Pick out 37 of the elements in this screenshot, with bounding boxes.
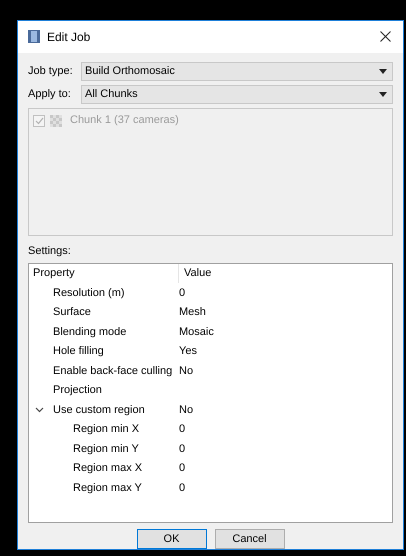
chunk-icon xyxy=(50,114,62,126)
property-name: Blending mode xyxy=(53,324,126,340)
property-value[interactable]: 0 xyxy=(179,440,186,457)
property-name: Region min X xyxy=(73,422,140,437)
dropdown[interactable]: All Chunks xyxy=(81,84,393,104)
property-name: Region max Y xyxy=(73,480,142,496)
property-value[interactable]: Mosaic xyxy=(179,324,214,340)
expand-chevron-icon[interactable] xyxy=(35,406,44,413)
property-value[interactable]: 0 xyxy=(179,284,186,301)
property-name: Surface xyxy=(53,305,91,320)
field-label: Job type: xyxy=(28,64,74,79)
property-name: Hole filling xyxy=(53,344,104,359)
column-header[interactable]: Value xyxy=(179,265,212,282)
property-value[interactable]: 0 xyxy=(179,480,186,496)
settings-label: Settings: xyxy=(28,244,72,258)
property-value[interactable]: 0 xyxy=(179,460,186,476)
dialog-button[interactable]: OK xyxy=(136,529,206,549)
property-name: Enable back-face culling xyxy=(53,364,172,378)
dropdown[interactable]: Build Orthomosaic xyxy=(81,62,393,80)
property-value[interactable]: No xyxy=(179,402,194,418)
dialog-button[interactable]: Cancel xyxy=(214,529,284,549)
property-value[interactable]: Yes xyxy=(179,343,197,360)
property-value[interactable]: No xyxy=(179,362,194,379)
window-title: Edit Job xyxy=(47,28,90,46)
film-icon xyxy=(28,30,40,44)
property-value[interactable]: Mesh xyxy=(179,304,206,320)
close-icon[interactable] xyxy=(380,31,391,42)
property-name: Resolution (m) xyxy=(53,286,125,300)
property-name: Projection xyxy=(53,383,102,398)
dropdown-arrow-icon xyxy=(379,68,387,74)
property-name: Region min Y xyxy=(73,442,139,456)
property-value[interactable]: 0 xyxy=(179,421,186,438)
property-name: Region max X xyxy=(73,461,142,476)
dropdown-arrow-icon xyxy=(379,92,387,96)
column-header[interactable]: Property xyxy=(29,264,179,283)
property-name: Use custom region xyxy=(53,402,145,418)
field-label: Apply to: xyxy=(28,86,72,102)
